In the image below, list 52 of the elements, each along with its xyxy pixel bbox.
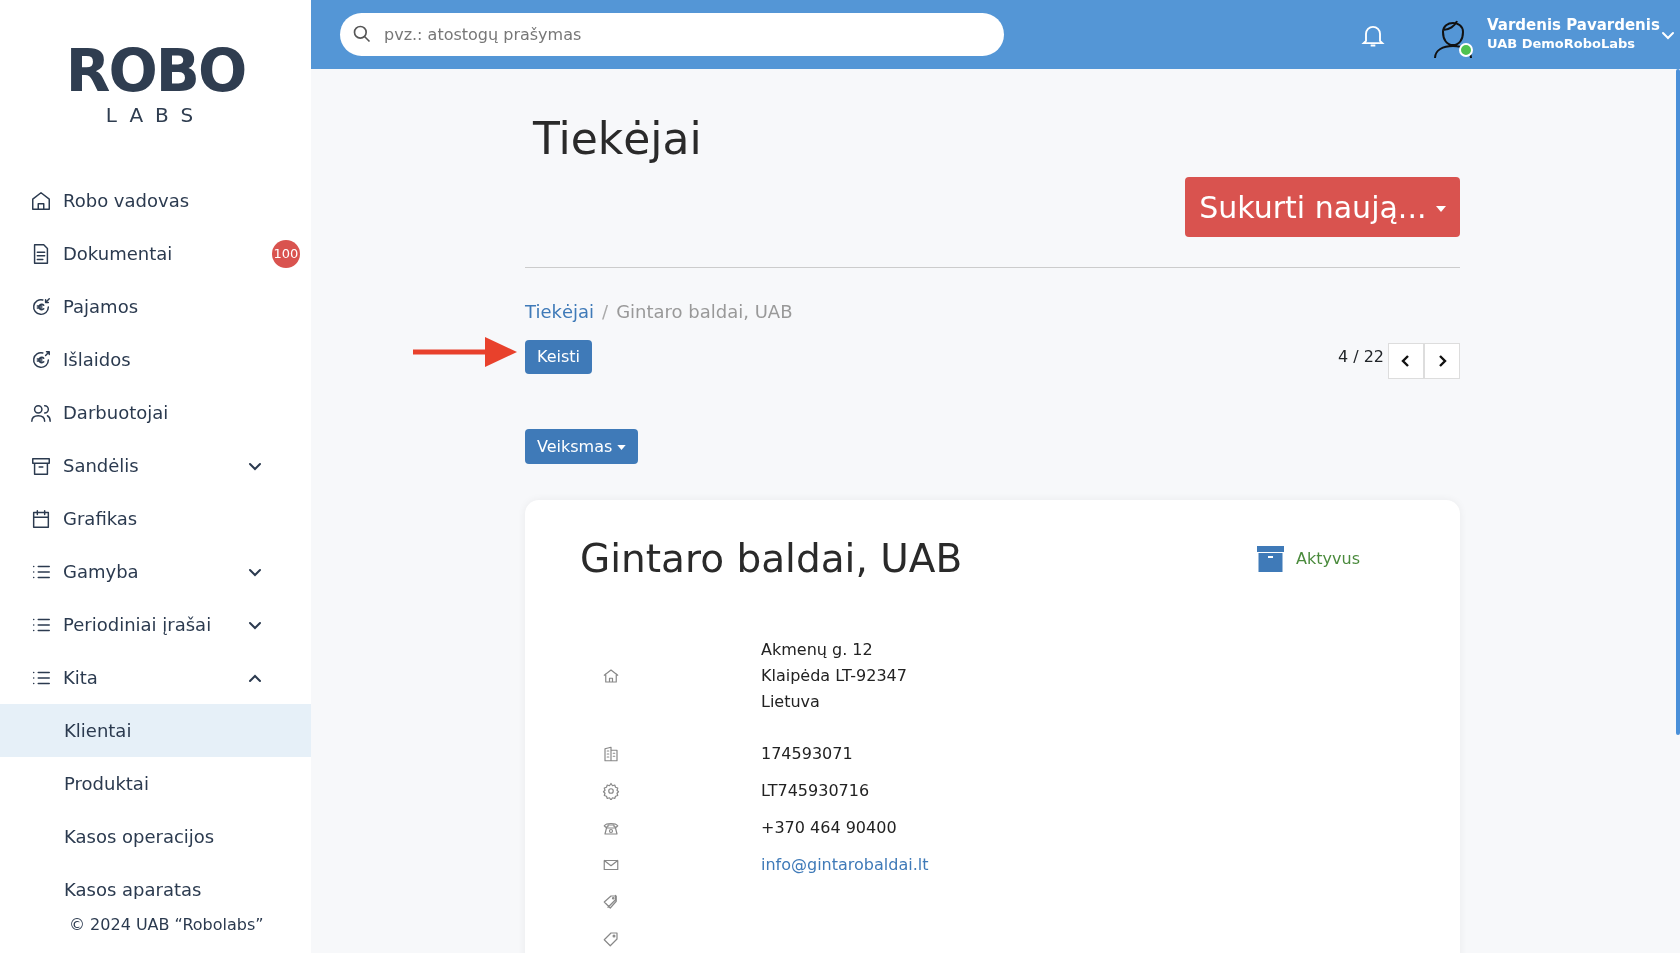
breadcrumb-link[interactable]: Tiekėjai	[525, 298, 595, 325]
search-field[interactable]: pvz.: atostogų prašymas	[340, 13, 1004, 56]
sidebar-item[interactable]: Darbuotojai	[0, 386, 311, 439]
sidebar-item[interactable]: Gamyba	[0, 545, 311, 598]
caret-icon	[1436, 206, 1446, 212]
detail-text: LT745930716	[761, 779, 870, 802]
breadcrumb-current: Gintaro baldai, UAB	[616, 300, 793, 324]
caret-icon	[617, 444, 627, 450]
sidebar-item[interactable]: Kita	[0, 651, 311, 704]
company-name: UAB DemoRoboLabs	[1487, 35, 1636, 53]
archive-icon	[1257, 546, 1285, 573]
sidebar-item[interactable]: Robo vadovas	[0, 174, 311, 227]
sidebar-subitem[interactable]: Kasos aparatas	[0, 863, 311, 899]
logo-subtext: LABS	[105, 102, 206, 129]
detail-text: Lietuva	[761, 690, 821, 713]
gear-icon	[602, 781, 620, 800]
detail-text: Klaipėda LT-92347	[761, 664, 907, 687]
detail-text: +370 464 90400	[761, 816, 897, 839]
home-icon	[30, 189, 52, 212]
tag-icon	[602, 929, 620, 948]
euro-icon	[30, 348, 52, 371]
sidebar-subitem[interactable]: Klientai	[0, 704, 311, 757]
previous-button[interactable]	[1388, 343, 1424, 379]
detail-text: 174593071	[761, 742, 853, 765]
logo-text: ROBO	[65, 42, 246, 100]
scrollbar[interactable]	[1676, 69, 1680, 735]
status-text: Aktyvus	[1296, 548, 1360, 571]
user-name: Vardenis Pavardenis	[1487, 16, 1660, 36]
sidebar-item[interactable]: Periodiniai įrašai	[0, 598, 311, 651]
breadcrumb-separator: /	[602, 300, 609, 324]
sidebar-subitem[interactable]: Kasos operacijos	[0, 810, 311, 863]
copyright-text: © 2024 UAB “Robolabs”	[69, 914, 264, 936]
sidebar-subitem[interactable]: Produktai	[0, 757, 311, 810]
sidebar-item[interactable]: Grafikas	[0, 492, 311, 545]
page-title: Tiekėjai	[532, 112, 703, 166]
create-new-button[interactable]: Sukurti naują...	[1185, 177, 1460, 237]
detail-text: Akmenų g. 12	[761, 638, 874, 661]
euro-icon	[30, 295, 52, 318]
sidebar-item[interactable]: Išlaidos	[0, 333, 311, 386]
pager-text: 4 / 22	[1337, 346, 1384, 368]
tags-icon	[602, 892, 620, 911]
sidebar-item[interactable]: Pajamos	[0, 280, 311, 333]
company-name-title: Gintaro baldai, UAB	[580, 536, 963, 583]
sidebar-item[interactable]: Sandėlis	[0, 439, 311, 492]
next-button[interactable]	[1424, 343, 1460, 379]
count-badge: 100	[272, 239, 300, 268]
action-dropdown-button[interactable]: Veiksmas	[525, 429, 639, 464]
edit-button[interactable]: Keisti	[525, 340, 593, 374]
calendar-icon	[30, 507, 52, 530]
sidebar-item[interactable]: Dokumentai 100	[0, 227, 311, 280]
building-icon	[602, 744, 620, 763]
email-link[interactable]: info@gintarobaldai.lt	[761, 851, 929, 878]
